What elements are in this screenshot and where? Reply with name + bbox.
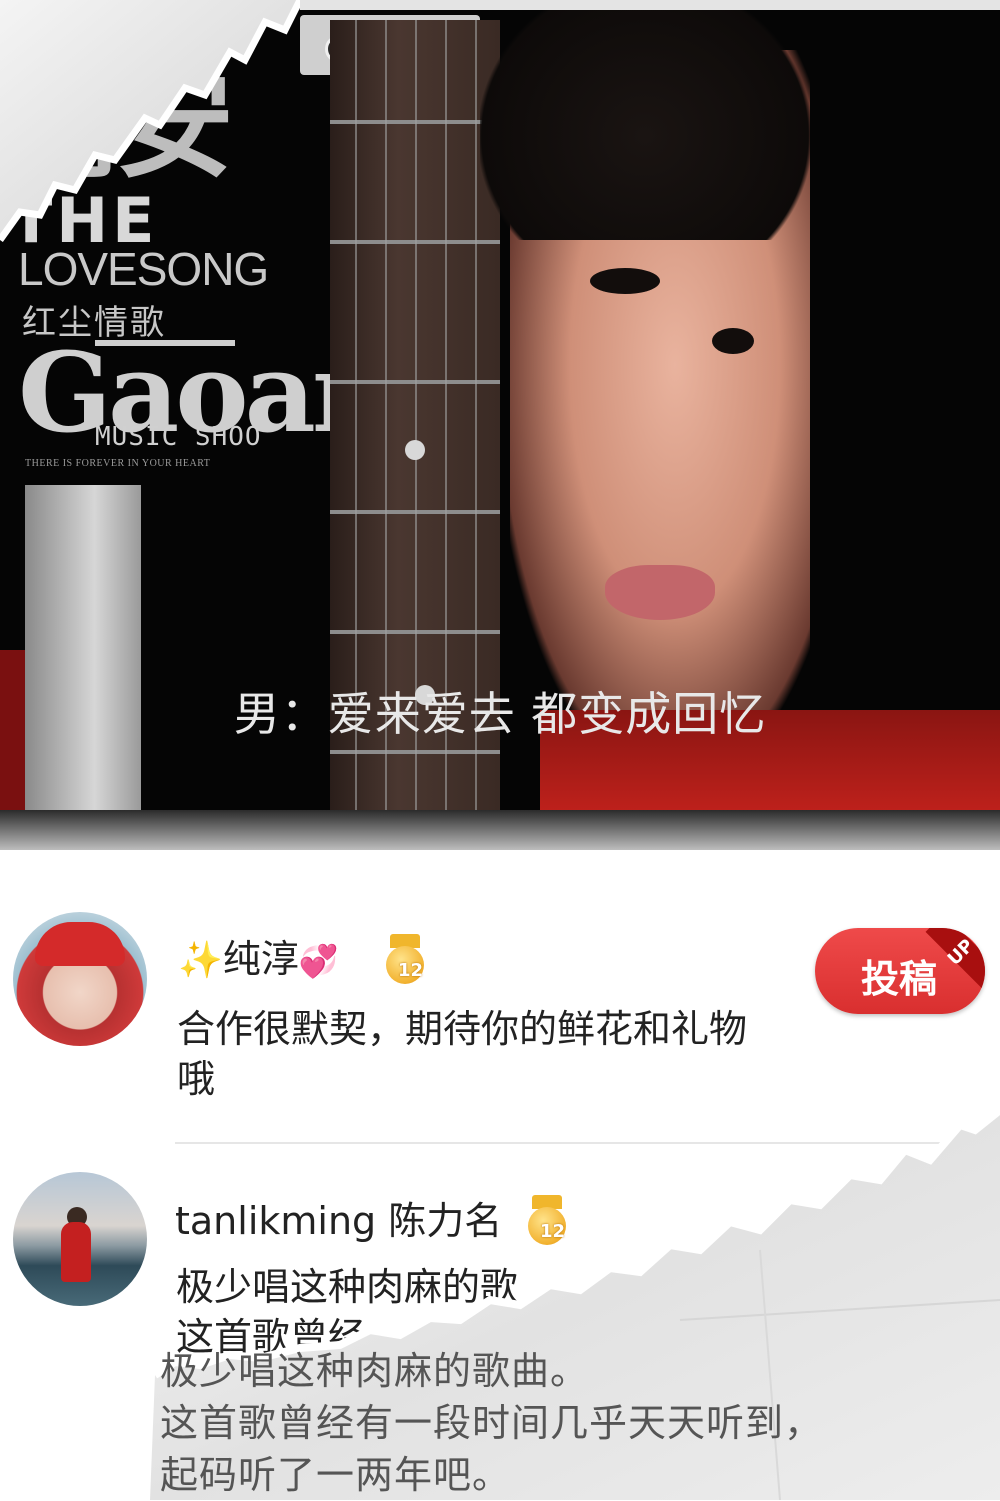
video-player[interactable]: 高安 THE LOVESONG 红尘情歌 Gaoan MUSIC SHOO TH… xyxy=(0,0,1000,850)
sparkle-icon: ✨ xyxy=(178,940,223,981)
avatar[interactable] xyxy=(13,912,147,1046)
submit-button[interactable]: 投稿 UP xyxy=(815,928,985,1014)
cover-brand-sub: MUSIC SHOO xyxy=(95,422,262,452)
heart-icon: 💞 xyxy=(298,942,339,980)
comment-username[interactable]: tanlikming 陈力名 xyxy=(175,1190,502,1245)
comment-username[interactable]: ✨纯淳💞 xyxy=(178,928,339,983)
level-medal-icon: 12 xyxy=(382,934,430,984)
level-medal-icon: 12 xyxy=(524,1195,572,1245)
cover-tagline: THERE IS FOREVER IN YOUR HEART xyxy=(25,458,211,469)
cover-lovesong: LOVESONG xyxy=(18,243,269,295)
quote-text: 极少唱这种肉麻的歌曲。 这首歌曾经有一段时间几乎天天听到， 起码听了一两年吧。 xyxy=(160,1349,824,1497)
comment-text: 合作很默契，期待你的鲜花和礼物哦 xyxy=(177,1007,748,1101)
lyric-subtitle: 男：爱来爱去 都变成回忆 xyxy=(233,687,767,741)
cover-title-cn: 高安 xyxy=(0,54,234,195)
divider xyxy=(175,1142,1000,1144)
singer-lips xyxy=(605,565,715,620)
avatar[interactable] xyxy=(13,1172,147,1306)
singer-hair xyxy=(480,10,810,240)
cover-grey-bar xyxy=(25,485,141,810)
